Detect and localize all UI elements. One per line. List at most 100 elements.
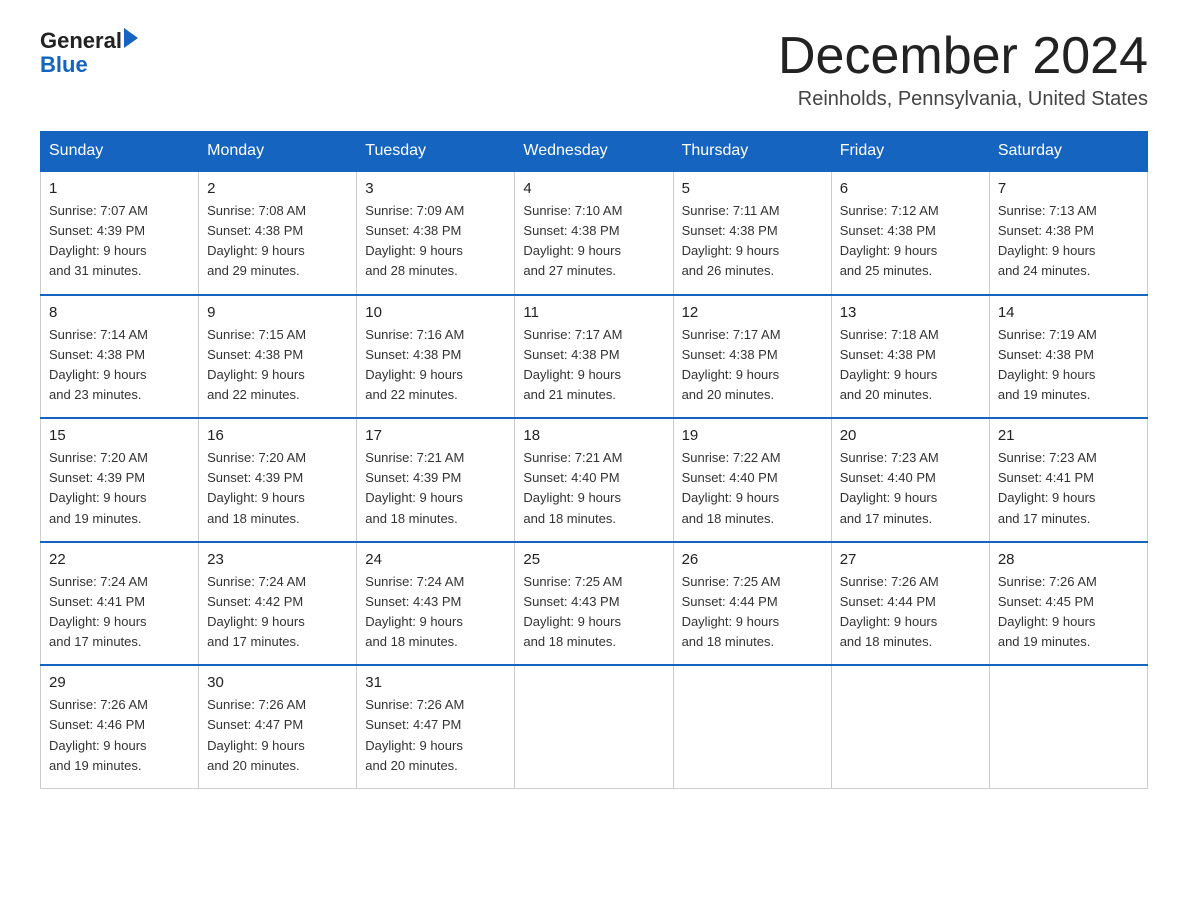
day-number: 14 <box>998 304 1139 321</box>
logo: General Blue <box>40 30 138 78</box>
calendar-day-2: 2 Sunrise: 7:08 AMSunset: 4:38 PMDayligh… <box>199 171 357 295</box>
day-number: 27 <box>840 551 981 568</box>
empty-cell <box>673 665 831 788</box>
day-number: 13 <box>840 304 981 321</box>
day-number: 8 <box>49 304 190 321</box>
calendar-day-15: 15 Sunrise: 7:20 AMSunset: 4:39 PMDaylig… <box>41 418 199 542</box>
day-info: Sunrise: 7:26 AMSunset: 4:45 PMDaylight:… <box>998 572 1139 653</box>
day-number: 24 <box>365 551 506 568</box>
empty-cell <box>515 665 673 788</box>
day-header-thursday: Thursday <box>673 132 831 172</box>
day-info: Sunrise: 7:17 AMSunset: 4:38 PMDaylight:… <box>523 325 664 406</box>
calendar-day-16: 16 Sunrise: 7:20 AMSunset: 4:39 PMDaylig… <box>199 418 357 542</box>
day-info: Sunrise: 7:09 AMSunset: 4:38 PMDaylight:… <box>365 201 506 282</box>
calendar-day-28: 28 Sunrise: 7:26 AMSunset: 4:45 PMDaylig… <box>989 542 1147 666</box>
calendar-day-31: 31 Sunrise: 7:26 AMSunset: 4:47 PMDaylig… <box>357 665 515 788</box>
day-info: Sunrise: 7:16 AMSunset: 4:38 PMDaylight:… <box>365 325 506 406</box>
day-info: Sunrise: 7:11 AMSunset: 4:38 PMDaylight:… <box>682 201 823 282</box>
day-info: Sunrise: 7:26 AMSunset: 4:46 PMDaylight:… <box>49 695 190 776</box>
logo-text-blue: Blue <box>40 52 138 78</box>
day-number: 10 <box>365 304 506 321</box>
day-number: 21 <box>998 427 1139 444</box>
calendar-week-1: 1 Sunrise: 7:07 AMSunset: 4:39 PMDayligh… <box>41 171 1148 295</box>
day-number: 12 <box>682 304 823 321</box>
day-number: 16 <box>207 427 348 444</box>
calendar-day-8: 8 Sunrise: 7:14 AMSunset: 4:38 PMDayligh… <box>41 295 199 419</box>
day-header-tuesday: Tuesday <box>357 132 515 172</box>
day-number: 11 <box>523 304 664 321</box>
day-number: 19 <box>682 427 823 444</box>
calendar-day-6: 6 Sunrise: 7:12 AMSunset: 4:38 PMDayligh… <box>831 171 989 295</box>
page-header: General Blue December 2024 Reinholds, Pe… <box>40 30 1148 111</box>
calendar-day-25: 25 Sunrise: 7:25 AMSunset: 4:43 PMDaylig… <box>515 542 673 666</box>
day-info: Sunrise: 7:24 AMSunset: 4:43 PMDaylight:… <box>365 572 506 653</box>
day-number: 5 <box>682 180 823 197</box>
day-info: Sunrise: 7:20 AMSunset: 4:39 PMDaylight:… <box>49 448 190 529</box>
day-number: 17 <box>365 427 506 444</box>
calendar-day-4: 4 Sunrise: 7:10 AMSunset: 4:38 PMDayligh… <box>515 171 673 295</box>
day-info: Sunrise: 7:13 AMSunset: 4:38 PMDaylight:… <box>998 201 1139 282</box>
calendar-day-30: 30 Sunrise: 7:26 AMSunset: 4:47 PMDaylig… <box>199 665 357 788</box>
calendar-day-10: 10 Sunrise: 7:16 AMSunset: 4:38 PMDaylig… <box>357 295 515 419</box>
calendar-header-row: SundayMondayTuesdayWednesdayThursdayFrid… <box>41 132 1148 172</box>
day-info: Sunrise: 7:22 AMSunset: 4:40 PMDaylight:… <box>682 448 823 529</box>
logo-text-general: General <box>40 30 122 52</box>
calendar-week-3: 15 Sunrise: 7:20 AMSunset: 4:39 PMDaylig… <box>41 418 1148 542</box>
day-info: Sunrise: 7:26 AMSunset: 4:47 PMDaylight:… <box>365 695 506 776</box>
calendar-day-3: 3 Sunrise: 7:09 AMSunset: 4:38 PMDayligh… <box>357 171 515 295</box>
day-info: Sunrise: 7:26 AMSunset: 4:44 PMDaylight:… <box>840 572 981 653</box>
day-info: Sunrise: 7:21 AMSunset: 4:40 PMDaylight:… <box>523 448 664 529</box>
day-number: 20 <box>840 427 981 444</box>
day-info: Sunrise: 7:26 AMSunset: 4:47 PMDaylight:… <box>207 695 348 776</box>
day-number: 30 <box>207 674 348 691</box>
empty-cell <box>831 665 989 788</box>
day-header-friday: Friday <box>831 132 989 172</box>
calendar-day-13: 13 Sunrise: 7:18 AMSunset: 4:38 PMDaylig… <box>831 295 989 419</box>
empty-cell <box>989 665 1147 788</box>
calendar-day-27: 27 Sunrise: 7:26 AMSunset: 4:44 PMDaylig… <box>831 542 989 666</box>
day-info: Sunrise: 7:24 AMSunset: 4:42 PMDaylight:… <box>207 572 348 653</box>
calendar-day-17: 17 Sunrise: 7:21 AMSunset: 4:39 PMDaylig… <box>357 418 515 542</box>
calendar-day-23: 23 Sunrise: 7:24 AMSunset: 4:42 PMDaylig… <box>199 542 357 666</box>
day-info: Sunrise: 7:23 AMSunset: 4:41 PMDaylight:… <box>998 448 1139 529</box>
calendar-week-5: 29 Sunrise: 7:26 AMSunset: 4:46 PMDaylig… <box>41 665 1148 788</box>
calendar-day-7: 7 Sunrise: 7:13 AMSunset: 4:38 PMDayligh… <box>989 171 1147 295</box>
calendar-day-9: 9 Sunrise: 7:15 AMSunset: 4:38 PMDayligh… <box>199 295 357 419</box>
day-number: 7 <box>998 180 1139 197</box>
logo-block: General Blue <box>40 30 138 78</box>
day-info: Sunrise: 7:20 AMSunset: 4:39 PMDaylight:… <box>207 448 348 529</box>
day-number: 9 <box>207 304 348 321</box>
calendar-table: SundayMondayTuesdayWednesdayThursdayFrid… <box>40 131 1148 789</box>
calendar-day-11: 11 Sunrise: 7:17 AMSunset: 4:38 PMDaylig… <box>515 295 673 419</box>
day-number: 3 <box>365 180 506 197</box>
calendar-day-21: 21 Sunrise: 7:23 AMSunset: 4:41 PMDaylig… <box>989 418 1147 542</box>
day-number: 29 <box>49 674 190 691</box>
day-number: 18 <box>523 427 664 444</box>
calendar-day-1: 1 Sunrise: 7:07 AMSunset: 4:39 PMDayligh… <box>41 171 199 295</box>
day-number: 6 <box>840 180 981 197</box>
calendar-day-18: 18 Sunrise: 7:21 AMSunset: 4:40 PMDaylig… <box>515 418 673 542</box>
day-header-monday: Monday <box>199 132 357 172</box>
day-number: 2 <box>207 180 348 197</box>
calendar-day-22: 22 Sunrise: 7:24 AMSunset: 4:41 PMDaylig… <box>41 542 199 666</box>
day-number: 26 <box>682 551 823 568</box>
day-header-sunday: Sunday <box>41 132 199 172</box>
day-number: 1 <box>49 180 190 197</box>
calendar-day-26: 26 Sunrise: 7:25 AMSunset: 4:44 PMDaylig… <box>673 542 831 666</box>
day-number: 22 <box>49 551 190 568</box>
day-info: Sunrise: 7:18 AMSunset: 4:38 PMDaylight:… <box>840 325 981 406</box>
day-info: Sunrise: 7:15 AMSunset: 4:38 PMDaylight:… <box>207 325 348 406</box>
day-info: Sunrise: 7:10 AMSunset: 4:38 PMDaylight:… <box>523 201 664 282</box>
day-info: Sunrise: 7:12 AMSunset: 4:38 PMDaylight:… <box>840 201 981 282</box>
day-number: 4 <box>523 180 664 197</box>
title-block: December 2024 Reinholds, Pennsylvania, U… <box>778 30 1148 111</box>
calendar-day-14: 14 Sunrise: 7:19 AMSunset: 4:38 PMDaylig… <box>989 295 1147 419</box>
day-number: 31 <box>365 674 506 691</box>
day-info: Sunrise: 7:19 AMSunset: 4:38 PMDaylight:… <box>998 325 1139 406</box>
day-header-wednesday: Wednesday <box>515 132 673 172</box>
day-info: Sunrise: 7:25 AMSunset: 4:43 PMDaylight:… <box>523 572 664 653</box>
day-info: Sunrise: 7:25 AMSunset: 4:44 PMDaylight:… <box>682 572 823 653</box>
day-number: 15 <box>49 427 190 444</box>
calendar-day-12: 12 Sunrise: 7:17 AMSunset: 4:38 PMDaylig… <box>673 295 831 419</box>
day-info: Sunrise: 7:23 AMSunset: 4:40 PMDaylight:… <box>840 448 981 529</box>
